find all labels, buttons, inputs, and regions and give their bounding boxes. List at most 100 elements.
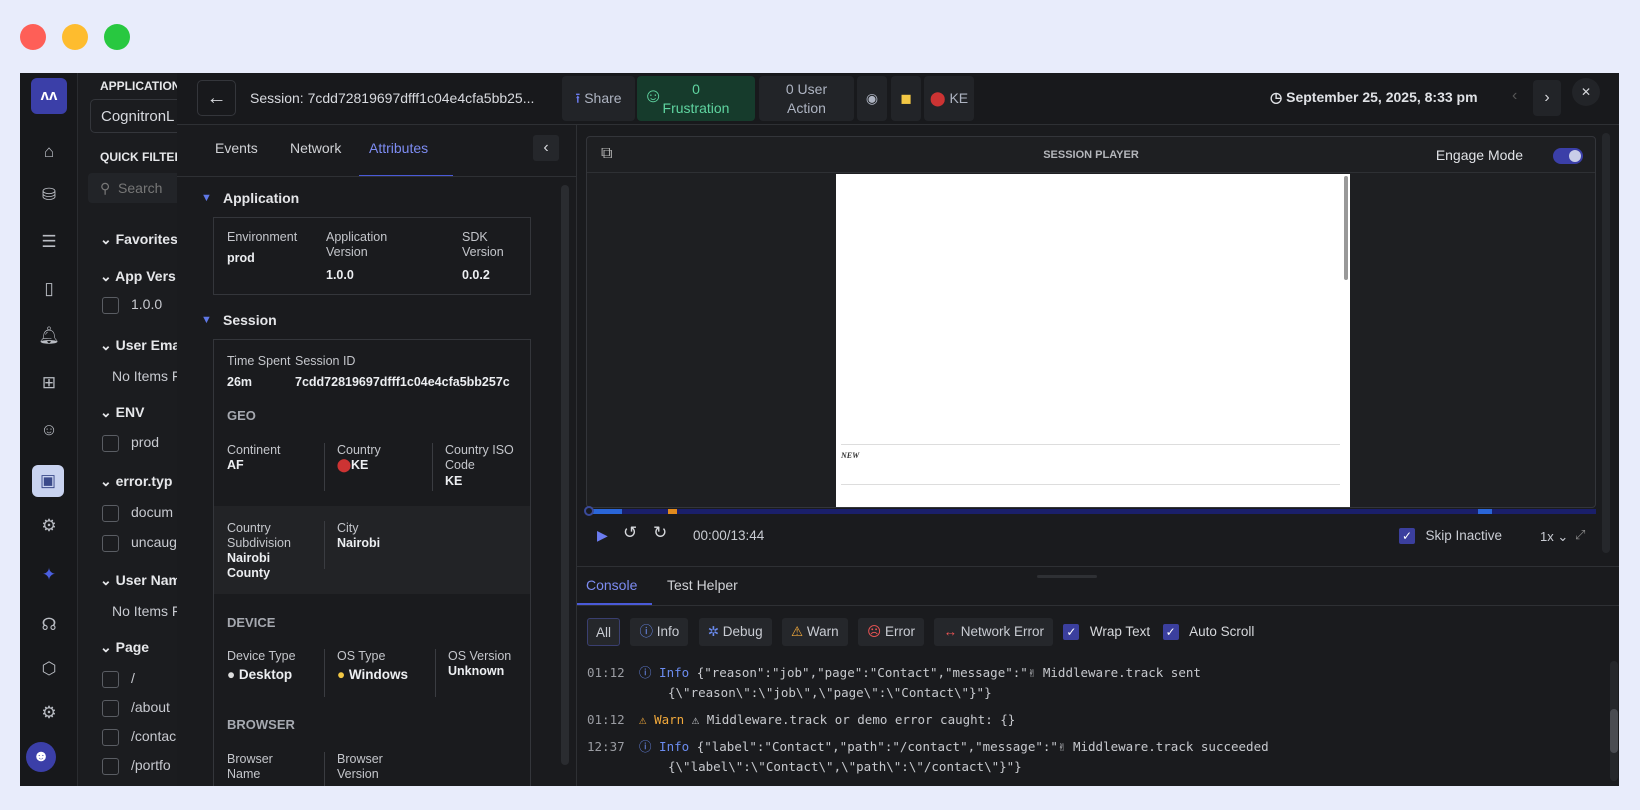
chip-icon[interactable]: ⚙ (37, 514, 61, 538)
collapse-panel-button[interactable]: ‹ (533, 135, 559, 161)
dashboard-add-icon[interactable]: ⊞ (37, 371, 61, 395)
play-button[interactable]: ▶ (597, 527, 608, 544)
package-add-icon[interactable]: ⬡ (37, 657, 61, 681)
skip-inactive-checkbox[interactable]: ✓ Skip Inactive (1399, 527, 1502, 545)
session-title: Session: 7cdd72819697dfff1c04e4cfa5bb25.… (250, 90, 535, 106)
engage-mode-toggle[interactable] (1553, 148, 1583, 164)
search-icon: ⚲ (100, 180, 111, 196)
filter-group-error-type[interactable]: ⌄ error.typ (100, 473, 172, 490)
filter-debug[interactable]: ✲ Debug (698, 618, 772, 646)
window-close-button[interactable] (20, 24, 46, 50)
filter-option[interactable]: / (102, 670, 135, 688)
smiley-icon: ☺ (643, 85, 664, 107)
fullscreen-icon[interactable]: ⤢ (1575, 527, 1585, 543)
console-filters: All ⓘ Info ✲ Debug ⚠ Warn ☹ Error ↔ Netw… (587, 618, 1254, 646)
tab-console[interactable]: Console (586, 577, 637, 593)
session-attributes: Time Spent Session ID 26m 7cdd72819697df… (213, 339, 531, 786)
kenya-flag-icon: ⬤ (929, 90, 946, 106)
logo-icon[interactable]: ᴧᴧ (31, 78, 67, 114)
session-player: ⧉ SESSION PLAYER Engage Mode NEW (586, 136, 1596, 508)
timeline-scrubber[interactable] (584, 506, 1596, 516)
filter-option[interactable]: uncaug (102, 534, 177, 552)
log-entry: 12:37 ⓘ Info {"label":"Contact","path":"/… (587, 739, 1269, 774)
filter-group-favorites[interactable]: ⌄ Favorites (100, 231, 178, 248)
country-badge: ⬤ KE (924, 76, 974, 121)
filter-group-page[interactable]: ⌄ Page (100, 639, 149, 656)
playback-time: 00:00/13:44 (693, 528, 765, 543)
tab-events[interactable]: Events (215, 140, 258, 156)
warning-icon: ⚠ (639, 712, 647, 727)
avatar[interactable]: ☻ (26, 742, 56, 772)
resize-handle[interactable] (1037, 575, 1097, 578)
replay-page-text: NEW (841, 451, 860, 460)
filter-error[interactable]: ☹ Error (858, 618, 924, 646)
attributes-panel: Events Network Attributes ‹ ▼ Applicatio… (177, 125, 577, 786)
filter-option[interactable]: 1.0.0 (102, 296, 162, 314)
filter-info[interactable]: ⓘ Info (630, 618, 689, 646)
alert-icon[interactable]: 🔔︎ (37, 324, 61, 348)
tab-test-helper[interactable]: Test Helper (667, 577, 738, 593)
application-attributes: Environment prod Application Version 1.0… (213, 217, 531, 295)
rewind-10-button[interactable]: ↺ (623, 523, 637, 543)
forward-10-button[interactable]: ↻ (653, 523, 667, 543)
tab-network[interactable]: Network (290, 140, 341, 156)
log-entry: 01:12 ⓘ Info {"reason":"job","page":"Cont… (587, 665, 1201, 700)
windows-icon: ◼ (891, 76, 921, 121)
filter-group-app-version[interactable]: ⌄ App Vers (100, 268, 176, 285)
previous-session-button[interactable]: ‹ (1512, 87, 1517, 105)
close-button[interactable]: ✕ (1572, 78, 1600, 106)
window-minimize-button[interactable] (62, 24, 88, 50)
collapse-triangle-icon[interactable]: ▼ (201, 314, 212, 326)
replay-viewport[interactable]: NEW (836, 174, 1350, 507)
wrap-text-checkbox[interactable]: ✓ Wrap Text (1063, 623, 1158, 640)
session-datetime: ◷ September 25, 2025, 8:33 pm (1270, 89, 1478, 105)
empty-text: No Items F (112, 368, 181, 384)
quick-filters-label: QUICK FILTER (100, 150, 184, 164)
frustration-badge[interactable]: ☺ 0 Frustration (637, 76, 755, 121)
empty-text: No Items F (112, 603, 181, 619)
database-icon[interactable]: ⛁ (37, 183, 61, 207)
icon-rail: ᴧᴧ ⌂ ⛁ ☰ ▯ 🔔︎ ⊞ ☺ ▣ ⚙ ✦ ☊ ⬡ ⚙ ☻ (20, 73, 78, 786)
collapse-triangle-icon[interactable]: ▼ (201, 192, 212, 204)
filter-network-error[interactable]: ↔ Network Error (934, 618, 1053, 646)
user-action-badge[interactable]: 0 User Action (759, 76, 854, 121)
filter-all[interactable]: All (587, 618, 621, 646)
clock-icon: ◷ (1270, 89, 1283, 105)
filter-warn[interactable]: ⚠ Warn (782, 618, 848, 646)
tab-attributes[interactable]: Attributes (369, 140, 428, 156)
filter-group-user-email[interactable]: ⌄ User Ema (100, 337, 180, 354)
filter-option[interactable]: prod (102, 434, 159, 452)
share-icon: ⭱ (575, 90, 581, 106)
filter-option[interactable]: docum (102, 504, 173, 522)
filter-group-env[interactable]: ⌄ ENV (100, 404, 144, 421)
windows-icon: ● (337, 667, 346, 682)
filter-option[interactable]: /about (102, 699, 170, 717)
session-replay-icon[interactable]: ▣ (32, 465, 64, 497)
desktop-icon: ● (227, 667, 236, 682)
ai-sparkle-icon[interactable]: ✦ (37, 563, 61, 587)
filter-group-user-name[interactable]: ⌄ User Nam (100, 572, 181, 589)
auto-scroll-checkbox[interactable]: ✓ Auto Scroll (1162, 623, 1254, 640)
chrome-icon: ◉ (857, 76, 887, 121)
session-header: ← Session: 7cdd72819697dfff1c04e4cfa5bb2… (177, 73, 1619, 125)
player-scrollbar[interactable] (1602, 133, 1610, 553)
document-icon[interactable]: ▯ (37, 277, 61, 301)
console-scrollbar[interactable] (1610, 661, 1618, 781)
kenya-flag-icon: ⬤ (337, 458, 351, 472)
info-icon: ⓘ (639, 739, 652, 754)
support-headset-icon[interactable]: ☊ (37, 613, 61, 637)
log-entry: 01:12 ⚠ Warn ⚠ Middleware.track or demo e… (587, 712, 1016, 727)
settings-icon[interactable]: ⚙ (37, 701, 61, 725)
bot-icon[interactable]: ☺ (37, 418, 61, 442)
filter-option[interactable]: /contac (102, 728, 176, 746)
logs-icon[interactable]: ☰ (37, 230, 61, 254)
next-session-button[interactable]: › (1533, 80, 1561, 116)
back-button[interactable]: ← (197, 80, 236, 116)
home-icon[interactable]: ⌂ (37, 140, 61, 164)
attributes-scrollbar[interactable] (561, 185, 569, 765)
window-maximize-button[interactable] (104, 24, 130, 50)
share-button[interactable]: ⭱ Share (562, 76, 635, 121)
session-overlay: ← Session: 7cdd72819697dfff1c04e4cfa5bb2… (177, 73, 1619, 786)
filter-option[interactable]: /portfo (102, 757, 171, 775)
speed-select[interactable]: 1x ⌄ (1540, 529, 1568, 545)
